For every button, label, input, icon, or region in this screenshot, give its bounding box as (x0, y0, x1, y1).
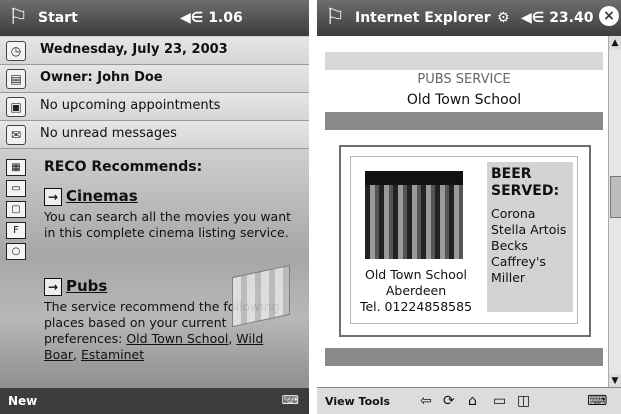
keyboard-icon[interactable]: ⌨ (587, 393, 607, 409)
back-icon[interactable]: ⇦ (420, 393, 432, 409)
owner-row[interactable]: ▤ Owner: John Doe (0, 65, 309, 93)
pub-card: Old Town School Aberdeen Tel. 0122485858… (339, 145, 591, 337)
arrow-right-icon: → (44, 278, 62, 296)
date-row[interactable]: ◷ Wednesday, July 23, 2003 (0, 37, 309, 65)
envelope-icon: ✉ (6, 125, 26, 145)
calendar-icon: ▣ (6, 97, 26, 117)
ie-title[interactable]: Internet Explorer (355, 10, 491, 26)
header-band-top (325, 52, 603, 70)
windows-start-logo-icon[interactable]: ⚐ (321, 5, 349, 31)
pub-address: Old Town School Aberdeen Tel. 0122485858… (351, 267, 481, 315)
beer-list: Corona Stella Artois Becks Caffrey's Mil… (491, 206, 566, 286)
circle-icon[interactable]: ○ (6, 243, 26, 260)
document-icon[interactable]: ▭ (6, 180, 26, 197)
address-line: Tel. 01224858585 (359, 299, 473, 314)
pubs-service-heading: PUBS SERVICE (417, 72, 511, 87)
refresh-icon[interactable]: ⟳ (443, 393, 455, 409)
close-icon[interactable]: × (599, 6, 619, 26)
reco-panel: ▦ ▭ ▢ F ○ RECO Recommends: → Cinemas You … (0, 149, 309, 388)
estaminet-link[interactable]: Estaminet (81, 347, 144, 362)
right-title-bar: ⚐ Internet Explorer ⚙ ◀∈ 23.40 × (317, 0, 621, 36)
appointments-text: No upcoming appointments (40, 98, 221, 113)
scroll-down-icon[interactable]: ▼ (609, 374, 621, 388)
left-title-bar: ⚐ Start ◀∈ 1.06 (0, 0, 309, 36)
cinemas-description: You can search all the movies you want i… (44, 209, 292, 240)
input-panel-icon[interactable]: ⌨ (282, 393, 299, 407)
beer-title-line: SERVED: (491, 183, 560, 199)
connectivity-icon[interactable]: ⚙ (497, 10, 510, 26)
view-tools-menu[interactable]: View Tools (325, 395, 390, 408)
owner-card-icon: ▤ (6, 69, 26, 89)
start-title[interactable]: Start (38, 10, 78, 26)
beer-item: Corona (491, 206, 536, 221)
address-line: Old Town School (365, 267, 467, 282)
today-screen: ⚐ Start ◀∈ 1.06 ◷ Wednesday, July 23, 20… (0, 0, 309, 414)
favorites-icon[interactable]: ▭ (493, 393, 506, 409)
arrow-right-icon: → (44, 188, 62, 206)
cinemas-label: Cinemas (66, 187, 138, 205)
beer-panel: BEER SERVED: Corona Stella Artois Becks … (487, 162, 573, 312)
beer-item: Caffrey's (491, 254, 546, 269)
footer-band (325, 348, 603, 366)
pubs-link[interactable]: → Pubs (44, 277, 107, 296)
scroll-up-icon[interactable]: ▲ (609, 36, 621, 50)
old-town-school-link[interactable]: Old Town School (126, 331, 228, 346)
scroll-thumb[interactable] (610, 176, 621, 218)
grid-icon[interactable]: ▦ (6, 159, 26, 176)
messages-row[interactable]: ✉ No unread messages (0, 121, 309, 149)
reco-side-icons: ▦ ▭ ▢ F ○ (6, 159, 28, 264)
date-text: Wednesday, July 23, 2003 (40, 42, 228, 57)
beer-title: BEER SERVED: (491, 166, 571, 200)
home-icon[interactable]: ⌂ (468, 393, 477, 409)
show-hide-pictures-icon[interactable]: ◫ (517, 393, 530, 409)
clock-icon: ◷ (6, 41, 26, 61)
vertical-scrollbar[interactable]: ▲ ▼ (608, 36, 621, 388)
owner-text: Owner: John Doe (40, 70, 163, 85)
pub-bar-photo (365, 171, 463, 259)
beer-item: Miller (491, 270, 526, 285)
messages-text: No unread messages (40, 126, 177, 141)
internet-explorer-screen: ⚐ Internet Explorer ⚙ ◀∈ 23.40 × PUBS SE… (317, 0, 621, 414)
reco-title: RECO Recommends: (44, 159, 203, 175)
windows-start-logo-icon[interactable]: ⚐ (4, 5, 32, 31)
f-icon[interactable]: F (6, 222, 26, 239)
left-bottom-bar: New ⌨ (0, 388, 309, 414)
pub-card-inner: Old Town School Aberdeen Tel. 0122485858… (350, 156, 578, 324)
cinemas-link[interactable]: → Cinemas (44, 187, 138, 206)
volume-clock-status[interactable]: ◀∈ 1.06 (180, 10, 243, 26)
new-button[interactable]: New (8, 394, 37, 408)
pub-name-heading: Old Town School (406, 92, 522, 108)
beer-item: Becks (491, 238, 528, 253)
ie-bottom-bar: View Tools ⇦ ⟳ ⌂ ▭ ◫ ⌨ (317, 387, 621, 414)
address-line: Aberdeen (385, 283, 447, 298)
pubs-label: Pubs (66, 277, 108, 295)
header-band-bottom (325, 112, 603, 130)
beer-item: Stella Artois (491, 222, 567, 237)
ie-volume-clock-status[interactable]: ◀∈ 23.40 (521, 10, 593, 26)
beer-title-line: BEER (491, 166, 532, 182)
appointments-row[interactable]: ▣ No upcoming appointments (0, 93, 309, 121)
chat-icon[interactable]: ▢ (6, 201, 26, 218)
